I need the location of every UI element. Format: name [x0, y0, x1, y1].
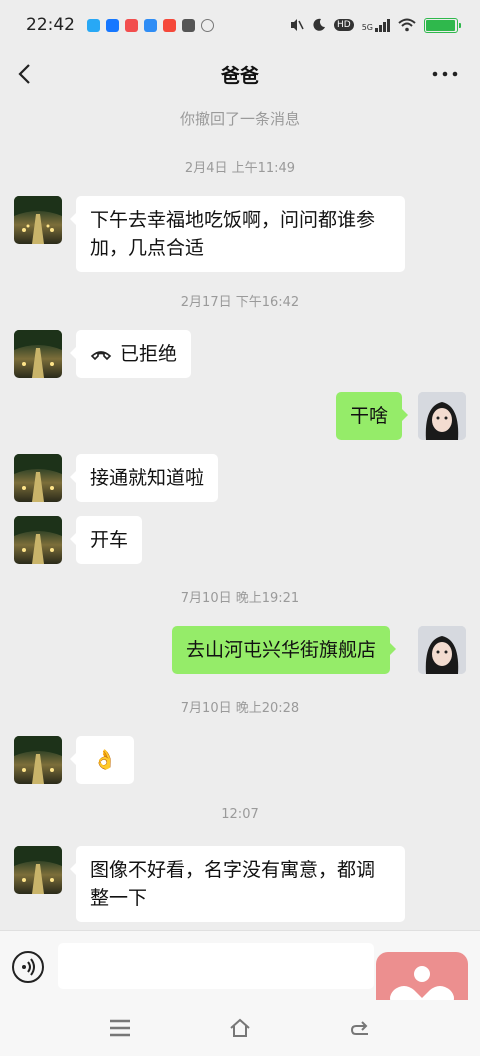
- back-icon[interactable]: [348, 1016, 372, 1040]
- menu-icon[interactable]: [108, 1016, 132, 1040]
- qq-icon: [87, 18, 100, 32]
- book-icon: [182, 18, 195, 32]
- system-status: HD 5G: [290, 17, 461, 33]
- battery-level: [426, 19, 455, 31]
- timestamp: 7月10日 晚上20:28: [180, 701, 300, 716]
- voice-input-button[interactable]: [12, 951, 44, 983]
- emoji-message-bubble[interactable]: 👌: [70, 736, 134, 784]
- mute-icon: [291, 19, 304, 31]
- contact-avatar[interactable]: [14, 846, 62, 894]
- call-status-text: 已拒绝: [120, 343, 178, 365]
- message-bubble-received[interactable]: 开车: [69, 516, 143, 564]
- message-bubble-received[interactable]: 图像不好看，名字没有寓意，都调整一下: [70, 846, 405, 922]
- contact-avatar[interactable]: [14, 736, 62, 784]
- more-options-icon[interactable]: [430, 62, 460, 86]
- back-arrow-icon[interactable]: [14, 62, 38, 86]
- my-avatar[interactable]: [418, 626, 466, 674]
- message-bubble-sent[interactable]: 干啥: [336, 392, 409, 440]
- status-bar: 22:42 HD 5G: [0, 0, 480, 50]
- contact-avatar[interactable]: [14, 196, 62, 244]
- timestamp: 2月17日 下午16:42: [180, 295, 300, 310]
- timestamp: 2月4日 上午11:49: [184, 161, 296, 176]
- home-icon[interactable]: [228, 1016, 252, 1040]
- recall-notice: 你撤回了一条消息: [179, 110, 300, 128]
- my-avatar[interactable]: [418, 392, 466, 440]
- chat-title: 爸爸: [220, 64, 259, 87]
- message-bubble-sent[interactable]: 去山河屯兴华街旗舰店: [172, 626, 397, 674]
- hd-badge: HD: [334, 19, 354, 31]
- notification-icons: [87, 18, 214, 32]
- reader-app-icon: [163, 18, 176, 32]
- moon-icon: [313, 18, 325, 31]
- hangup-phone-icon: [90, 351, 112, 361]
- message-input[interactable]: [58, 943, 374, 989]
- battery-icon: [424, 17, 461, 33]
- network-type: 5G: [361, 22, 373, 32]
- contact-avatar[interactable]: [14, 516, 62, 564]
- signal-icon: 5G: [361, 18, 390, 32]
- contact-avatar[interactable]: [14, 454, 62, 502]
- wifi-icon: [398, 18, 416, 32]
- weibo-icon: [125, 18, 138, 32]
- voice-icon: [22, 958, 35, 976]
- chat-header: 爸爸: [0, 50, 480, 98]
- message-bubble-received[interactable]: 接通就知道啦: [69, 454, 219, 502]
- timestamp: 7月10日 晚上19:21: [180, 591, 300, 606]
- status-time: 22:42: [26, 15, 75, 35]
- system-navigation-bar: [0, 1000, 480, 1056]
- timestamp: 12:07: [221, 807, 259, 822]
- app-notification-icon: [144, 18, 157, 32]
- zhihu-icon: [106, 18, 119, 32]
- call-record-bubble[interactable]: 已拒绝: [69, 330, 192, 378]
- message-bubble-received[interactable]: 下午去幸福地吃饭啊，问问都谁参加，几点合适: [70, 196, 405, 272]
- misc-app-icon: [201, 18, 214, 32]
- contact-avatar[interactable]: [14, 330, 62, 378]
